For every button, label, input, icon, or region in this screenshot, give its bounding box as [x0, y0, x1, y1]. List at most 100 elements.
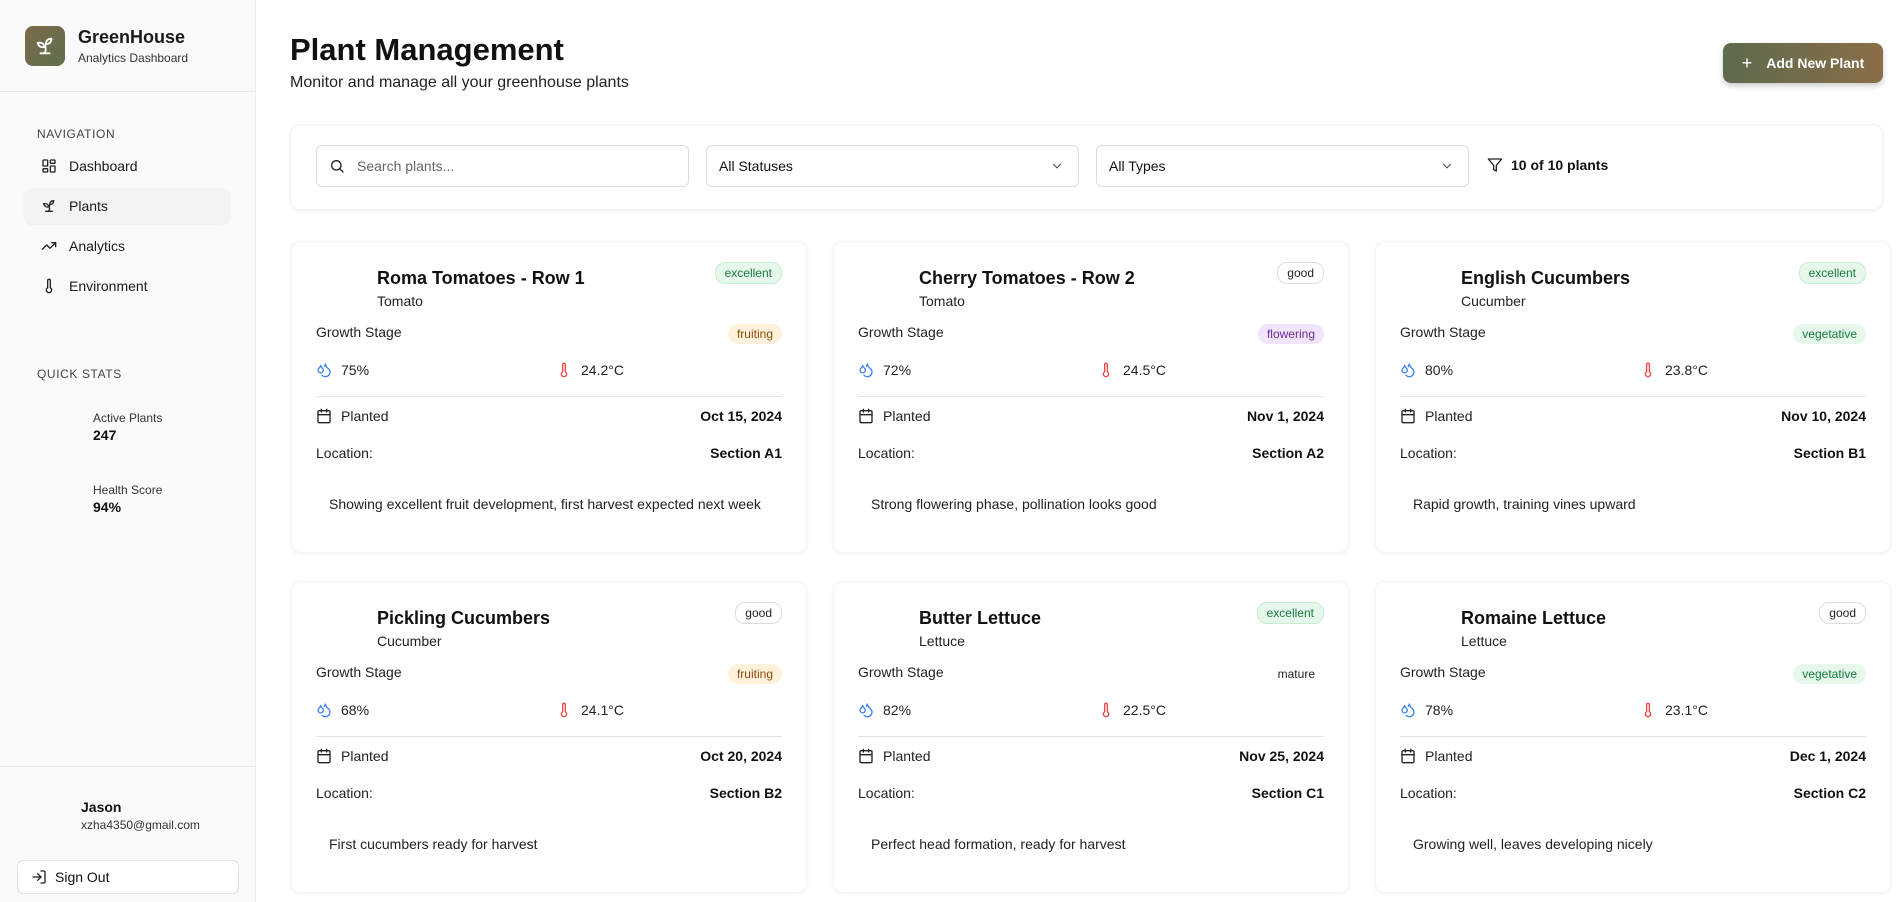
temperature-value: 23.1°C: [1665, 702, 1708, 718]
droplets-icon: [317, 363, 331, 378]
planted-date: Oct 20, 2024: [700, 748, 782, 764]
plant-card[interactable]: English Cucumbers Cucumber excellent Gro…: [1375, 241, 1891, 553]
search-input[interactable]: [357, 158, 677, 174]
humidity-metric: 80%: [1400, 362, 1453, 378]
stat-value: 247: [93, 427, 117, 443]
divider: [316, 396, 782, 397]
planted-label: Planted: [341, 748, 389, 764]
type-select-value: All Types: [1109, 158, 1166, 174]
stat-value: 94%: [93, 499, 122, 515]
sidebar-item-label: Environment: [69, 278, 148, 294]
plant-type: Tomato: [377, 293, 423, 309]
thermometer-icon: [45, 278, 53, 294]
divider: [316, 736, 782, 737]
droplets-icon: [859, 363, 873, 378]
planted-label: Planted: [1425, 408, 1473, 424]
plant-note: Perfect head formation, ready for harves…: [871, 836, 1126, 852]
planted-label: Planted: [1425, 748, 1473, 764]
growth-stage-label: Growth Stage: [316, 324, 402, 340]
planted-date: Oct 15, 2024: [700, 408, 782, 424]
page-subtitle: Monitor and manage all your greenhouse p…: [290, 74, 629, 91]
planted-date: Dec 1, 2024: [1789, 748, 1866, 764]
plant-card[interactable]: Romaine Lettuce Lettuce good Growth Stag…: [1375, 581, 1891, 893]
calendar-icon: [317, 748, 331, 764]
status-select[interactable]: All Statuses: [706, 145, 1079, 187]
page-title: Plant Management: [290, 32, 564, 67]
sidebar-item-dashboard[interactable]: Dashboard: [24, 148, 230, 184]
thermometer-icon: [1644, 362, 1652, 378]
planted-label: Planted: [883, 748, 931, 764]
brand: GreenHouse Analytics Dashboard: [0, 0, 255, 92]
health-badge: good: [1819, 602, 1866, 624]
location-value: Section A2: [1252, 445, 1324, 461]
growth-stage-label: Growth Stage: [858, 664, 944, 680]
health-badge: good: [735, 602, 782, 624]
location-label: Location:: [316, 785, 373, 801]
temperature-value: 24.1°C: [581, 702, 624, 718]
planted-label-row: Planted: [1400, 748, 1472, 764]
humidity-metric: 72%: [858, 362, 911, 378]
plant-card[interactable]: Cherry Tomatoes - Row 2 Tomato good Grow…: [833, 241, 1349, 553]
temperature-value: 24.2°C: [581, 362, 624, 378]
filter-icon: [1487, 158, 1503, 172]
log-out-icon: [32, 870, 46, 884]
location-value: Section C1: [1251, 785, 1324, 801]
thermometer-icon: [1102, 702, 1110, 718]
planted-date: Nov 10, 2024: [1781, 408, 1866, 424]
sidebar: GreenHouse Analytics Dashboard NAVIGATIO…: [0, 0, 256, 902]
health-badge: excellent: [1798, 262, 1866, 284]
temperature-metric: 22.5°C: [1098, 702, 1166, 718]
temperature-value: 22.5°C: [1123, 702, 1166, 718]
sidebar-item-analytics[interactable]: Analytics: [24, 228, 230, 264]
health-badge: excellent: [714, 262, 782, 284]
plant-type: Lettuce: [919, 633, 965, 649]
location-label: Location:: [316, 445, 373, 461]
status-select-value: All Statuses: [719, 158, 793, 174]
planted-label-row: Planted: [316, 408, 388, 424]
humidity-value: 75%: [341, 362, 370, 378]
plant-name: Roma Tomatoes - Row 1: [377, 268, 585, 288]
add-new-plant-label: Add New Plant: [1766, 55, 1865, 71]
growth-stage-badge: mature: [1268, 664, 1324, 684]
chevron-down-icon: [1442, 163, 1452, 169]
location-label: Location:: [1400, 445, 1457, 461]
temperature-metric: 24.1°C: [556, 702, 624, 718]
type-select[interactable]: All Types: [1096, 145, 1469, 187]
plant-type: Cucumber: [1461, 293, 1526, 309]
calendar-icon: [1401, 408, 1415, 424]
humidity-value: 72%: [883, 362, 912, 378]
sidebar-item-environment[interactable]: Environment: [24, 268, 230, 304]
temperature-metric: 23.1°C: [1640, 702, 1708, 718]
plant-card[interactable]: Roma Tomatoes - Row 1 Tomato excellent G…: [291, 241, 807, 553]
sidebar-item-label: Plants: [69, 198, 108, 214]
sidebar-item-plants[interactable]: Plants: [24, 188, 230, 224]
divider: [1400, 396, 1866, 397]
location-value: Section B1: [1793, 445, 1866, 461]
user-name: Jason: [81, 799, 122, 815]
plus-icon: +: [1741, 52, 1753, 73]
health-badge: excellent: [1256, 602, 1324, 624]
plant-type: Cucumber: [377, 633, 442, 649]
humidity-metric: 82%: [858, 702, 911, 718]
humidity-metric: 78%: [1400, 702, 1453, 718]
stat-active-plants: Active Plants 247: [93, 411, 162, 443]
navigation-label: NAVIGATION: [37, 127, 116, 141]
temperature-metric: 24.5°C: [1098, 362, 1166, 378]
user-email: xzha4350@gmail.com: [81, 818, 200, 832]
plant-name: Cherry Tomatoes - Row 2: [919, 268, 1135, 288]
plant-card[interactable]: Butter Lettuce Lettuce excellent Growth …: [833, 581, 1349, 893]
plant-note: First cucumbers ready for harvest: [329, 836, 538, 852]
location-value: Section B2: [709, 785, 782, 801]
sprout-icon: [42, 199, 55, 212]
add-new-plant-button[interactable]: + Add New Plant: [1723, 43, 1883, 83]
stat-health-score: Health Score 94%: [93, 483, 162, 515]
filter-bar: All Statuses All Types 10 of 10 plants: [290, 124, 1883, 210]
plant-note: Growing well, leaves developing nicely: [1413, 836, 1653, 852]
calendar-icon: [859, 748, 873, 764]
plant-card[interactable]: Pickling Cucumbers Cucumber good Growth …: [291, 581, 807, 893]
sidebar-item-label: Dashboard: [69, 158, 138, 174]
sign-out-button[interactable]: Sign Out: [17, 860, 239, 894]
planted-date: Nov 25, 2024: [1239, 748, 1324, 764]
plant-name: Pickling Cucumbers: [377, 608, 551, 628]
planted-label-row: Planted: [316, 748, 388, 764]
